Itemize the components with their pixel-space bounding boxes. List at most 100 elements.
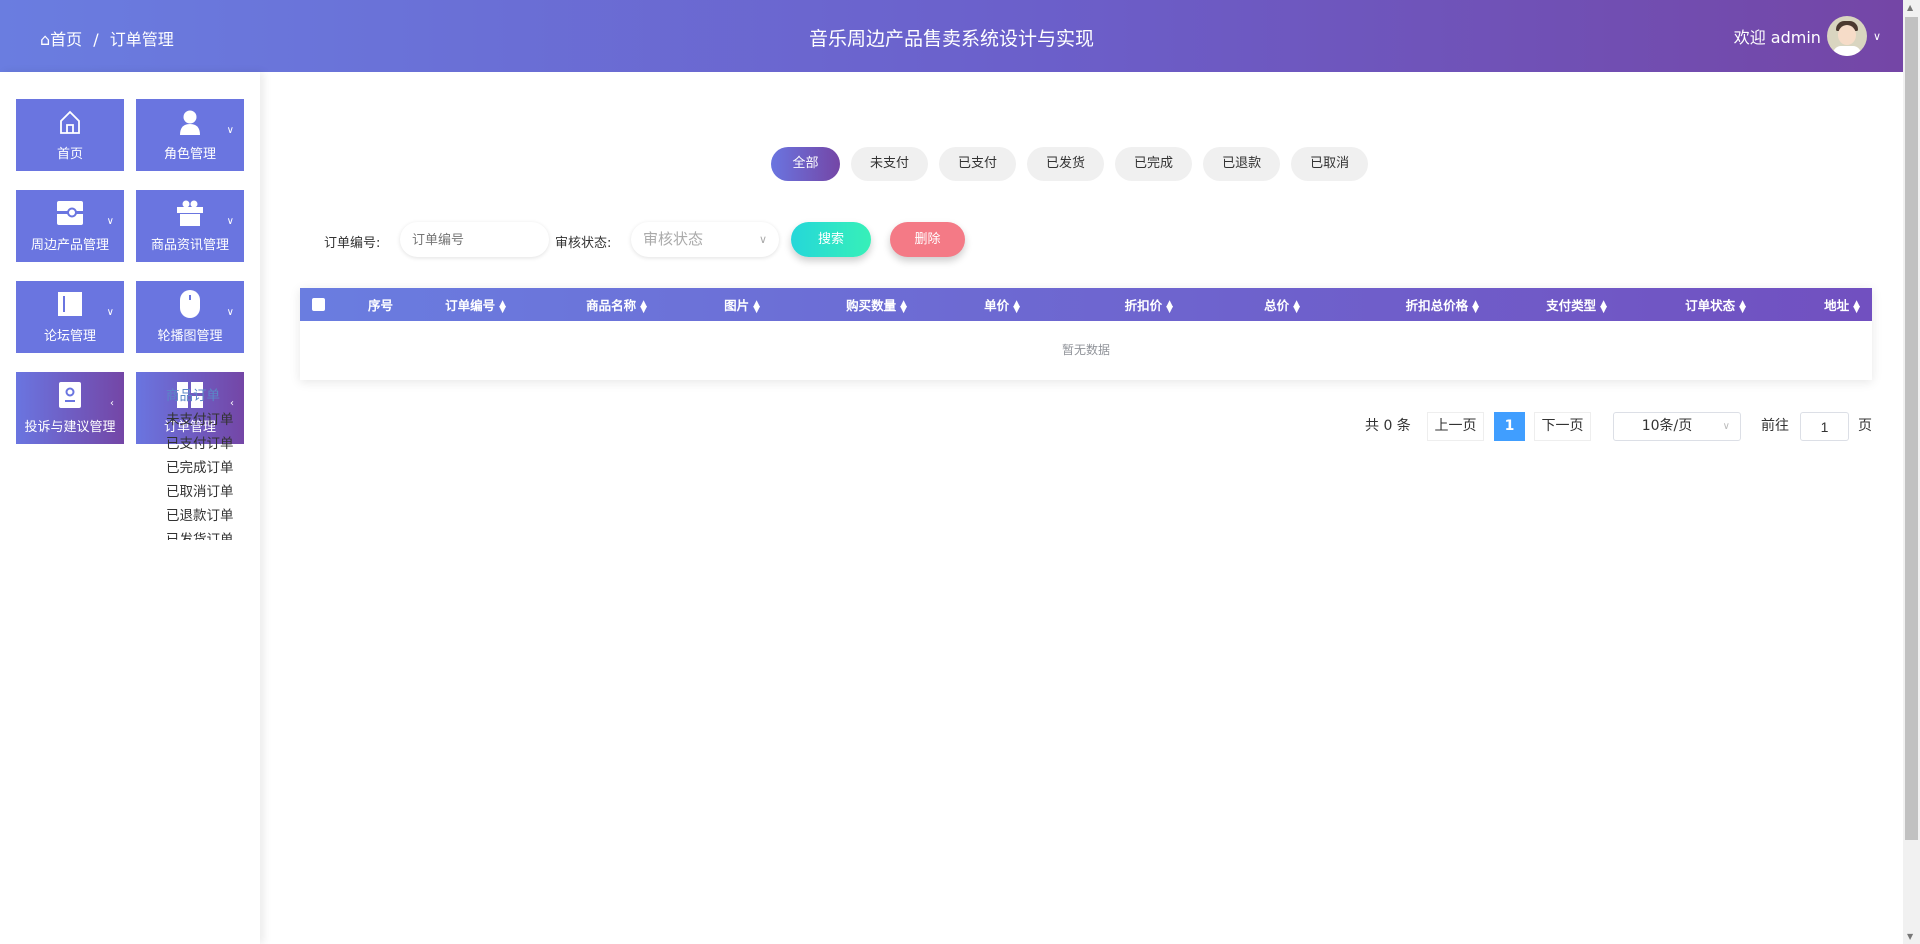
chevron-down-icon: ∨ [226, 216, 234, 227]
column-header[interactable]: 订单状态 ▲ ▼ [1607, 295, 1746, 314]
sort-icon[interactable]: ▲ ▼ [499, 299, 506, 314]
chevron-down-icon: ∨ [226, 307, 234, 318]
sidebar-item-3[interactable]: 周边产品管理 ∨ [16, 190, 124, 262]
column-header-label: 支付类型 [1546, 298, 1597, 313]
search-button[interactable]: 搜索 [791, 222, 871, 257]
sort-icon[interactable]: ▲ ▼ [1166, 299, 1173, 314]
submenu-item[interactable]: 已退款订单 [166, 504, 234, 528]
column-header[interactable]: 购买数量 ▲ ▼ [760, 295, 907, 314]
status-select-placeholder: 审核状态 [643, 230, 704, 248]
user-menu[interactable]: 欢迎 admin ∨ [1734, 16, 1881, 56]
column-header[interactable]: 序号 [340, 295, 393, 314]
sort-icon[interactable]: ▲ ▼ [1013, 299, 1020, 314]
column-header[interactable]: 折扣总价格 ▲ ▼ [1300, 295, 1479, 314]
chevron-up-icon: ‹ [110, 398, 114, 409]
sidebar-item-2[interactable]: 角色管理 ∨ [136, 99, 244, 171]
pagination-total: 共 0 条 [1365, 418, 1411, 434]
column-header[interactable]: 总价 ▲ ▼ [1173, 295, 1300, 314]
order-no-label: 订单编号: [324, 236, 381, 251]
column-header[interactable]: 折扣价 ▲ ▼ [1020, 295, 1173, 314]
column-header-label: 订单编号 [445, 298, 496, 313]
status-label: 审核状态: [555, 236, 612, 251]
sidebar-item-label: 论坛管理 [43, 329, 96, 344]
column-header-label: 序号 [367, 298, 393, 313]
filter-tab[interactable]: 已取消 [1291, 147, 1369, 181]
sidebar: 首页 角色管理 ∨ 周边产品管理 ∨ 商品资讯管理 ∨ 论坛管理 ∨ 轮播图管理 ∨ 投诉与建议管理 ‹… [0, 72, 260, 944]
sort-icon[interactable]: ▲ ▼ [1293, 299, 1300, 314]
column-header[interactable]: 图片 ▲ ▼ [647, 295, 760, 314]
order-no-input[interactable] [400, 222, 549, 257]
page-1-button[interactable]: 1 [1494, 412, 1525, 441]
sidebar-item-label: 轮播图管理 [157, 329, 223, 344]
column-header-label: 购买数量 [846, 298, 897, 313]
submenu-item[interactable]: 已支付订单 [166, 432, 234, 456]
goto-suffix: 页 [1858, 418, 1872, 434]
goto-label: 前往 [1761, 418, 1789, 434]
column-header-label: 单价 [984, 298, 1010, 313]
empty-text: 暂无数据 [1061, 343, 1110, 357]
filter-tab[interactable]: 未支付 [851, 147, 929, 181]
submenu-item[interactable]: 已取消订单 [166, 480, 234, 504]
submenu-item[interactable]: 已发货订单 [166, 528, 234, 540]
filter-tab[interactable]: 已退款 [1203, 147, 1281, 181]
avatar[interactable] [1826, 16, 1867, 56]
scrollbar[interactable]: ▲ ▼ [1903, 0, 1920, 944]
sort-icon[interactable]: ▲ ▼ [1739, 299, 1746, 314]
filter-tab[interactable]: 已发货 [1027, 147, 1105, 181]
sort-icon[interactable]: ▲ ▼ [753, 299, 760, 314]
chevron-down-icon: ∨ [106, 307, 114, 318]
scrollbar-thumb[interactable] [1905, 17, 1918, 840]
column-header-label: 商品名称 [586, 298, 637, 313]
next-page-button[interactable]: 下一页 [1534, 412, 1591, 441]
filter-tab[interactable]: 已支付 [939, 147, 1017, 181]
column-header[interactable]: 地址 ▲ ▼ [1746, 295, 1860, 314]
sort-icon[interactable]: ▲ ▼ [900, 299, 907, 314]
sort-icon[interactable]: ▲ ▼ [1853, 299, 1860, 314]
select-all-checkbox[interactable] [312, 298, 325, 311]
prev-page-button[interactable]: 上一页 [1427, 412, 1484, 441]
goto-page-input[interactable] [1800, 412, 1849, 441]
chevron-down-icon: ∨ [226, 125, 234, 136]
column-header-label: 订单状态 [1685, 298, 1736, 313]
delete-button[interactable]: 删除 [890, 222, 965, 257]
column-header[interactable]: 支付类型 ▲ ▼ [1479, 295, 1607, 314]
sidebar-item-label: 首页 [56, 147, 83, 162]
sidebar-item-5[interactable]: 论坛管理 ∨ [16, 281, 124, 353]
filter-tab[interactable]: 全部 [771, 147, 840, 181]
column-header-label: 折扣价 [1124, 298, 1163, 313]
scroll-up-icon[interactable]: ▲ [1907, 3, 1913, 12]
column-header[interactable]: 商品名称 ▲ ▼ [506, 295, 647, 314]
welcome-text: 欢迎 admin [1733, 28, 1821, 47]
home-icon [16, 109, 124, 135]
sort-icon[interactable]: ▲ ▼ [1472, 299, 1479, 314]
sort-icon[interactable]: ▲ ▼ [640, 299, 647, 314]
column-header-label: 地址 [1824, 298, 1850, 313]
sidebar-item-4[interactable]: 商品资讯管理 ∨ [136, 190, 244, 262]
column-header-label: 图片 [724, 298, 750, 313]
sidebar-item-1[interactable]: 首页 [16, 99, 124, 171]
submenu-item[interactable]: 已完成订单 [166, 456, 234, 480]
status-filter-tabs: 全部 未支付 已支付 已发货 已完成 已退款 已取消 [771, 147, 1369, 181]
column-header-label: 总价 [1264, 298, 1290, 313]
sidebar-item-6[interactable]: 轮播图管理 ∨ [136, 281, 244, 353]
sidebar-item-7[interactable]: 投诉与建议管理 ‹ [16, 372, 124, 444]
column-header-label: 折扣总价格 [1405, 298, 1469, 313]
status-select[interactable]: 审核状态 ∨ [631, 222, 779, 257]
submenu-item[interactable]: 未支付订单 [166, 408, 234, 432]
table-header: 序号 订单编号 ▲ ▼ 商品名称 ▲ ▼ 图片 ▲ ▼ 购买数量 ▲ ▼ 单价 ▲ ▼ 折扣价 ▲ ▼ 总价 ▲ ▼ 折扣总… [300, 288, 1872, 321]
page-size-select[interactable]: 10条/页 ∨ [1613, 412, 1741, 441]
sidebar-item-label: 投诉与建议管理 [24, 420, 116, 435]
filter-tab[interactable]: 已完成 [1115, 147, 1193, 181]
column-header[interactable]: 订单编号 ▲ ▼ [393, 295, 506, 314]
sidebar-item-label: 商品资讯管理 [150, 238, 229, 253]
chevron-down-icon: ∨ [758, 233, 767, 246]
column-header[interactable]: 单价 ▲ ▼ [907, 295, 1020, 314]
order-table: 序号 订单编号 ▲ ▼ 商品名称 ▲ ▼ 图片 ▲ ▼ 购买数量 ▲ ▼ 单价 ▲ ▼ 折扣价 ▲ ▼ 总价 ▲ ▼ 折扣总… [300, 288, 1872, 380]
submenu-order: 商品订单 未支付订单 已支付订单 已完成订单 已取消订单 已退款订单 已发货订单 [166, 384, 234, 540]
sort-icon[interactable]: ▲ ▼ [1600, 299, 1607, 314]
scroll-down-icon[interactable]: ▼ [1907, 932, 1913, 941]
chevron-down-icon[interactable]: ∨ [1873, 30, 1881, 43]
submenu-item[interactable]: 商品订单 [166, 384, 234, 408]
top-header: ⌂首页 / 订单管理 音乐周边产品售卖系统设计与实现 欢迎 admin ∨ [0, 0, 1903, 72]
page-size-value: 10条/页 [1641, 418, 1693, 434]
